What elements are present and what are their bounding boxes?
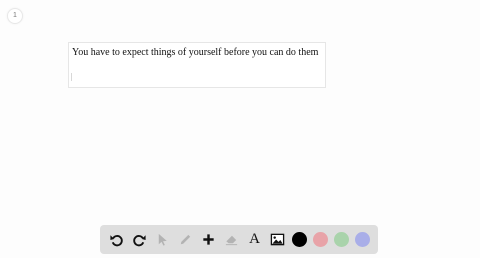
color-swatch-green[interactable]	[334, 232, 349, 247]
pencil-icon	[180, 234, 191, 245]
pencil-button[interactable]	[177, 231, 194, 248]
undo-button[interactable]	[108, 231, 125, 248]
text-tool-button[interactable]: A	[246, 231, 263, 248]
color-swatch-blue[interactable]	[355, 232, 370, 247]
page-number-badge[interactable]: 1	[7, 8, 23, 24]
add-button[interactable]	[200, 231, 217, 248]
image-icon	[270, 233, 285, 246]
text-caret	[71, 73, 72, 81]
undo-icon	[110, 235, 123, 247]
text-tool-icon: A	[249, 231, 260, 247]
text-box-content: You have to expect things of yourself be…	[72, 47, 319, 58]
eraser-button[interactable]	[223, 231, 240, 248]
redo-icon	[133, 235, 146, 247]
color-swatch-pink[interactable]	[313, 232, 328, 247]
color-swatch-black[interactable]	[292, 232, 307, 247]
select-pointer-button[interactable]	[154, 231, 171, 248]
redo-button[interactable]	[131, 231, 148, 248]
text-box[interactable]: You have to expect things of yourself be…	[68, 42, 326, 88]
eraser-icon	[225, 235, 238, 246]
add-plus-icon	[203, 234, 214, 245]
select-pointer-icon	[158, 233, 167, 246]
image-button[interactable]	[269, 231, 286, 248]
drawing-toolbar: A	[100, 225, 378, 254]
